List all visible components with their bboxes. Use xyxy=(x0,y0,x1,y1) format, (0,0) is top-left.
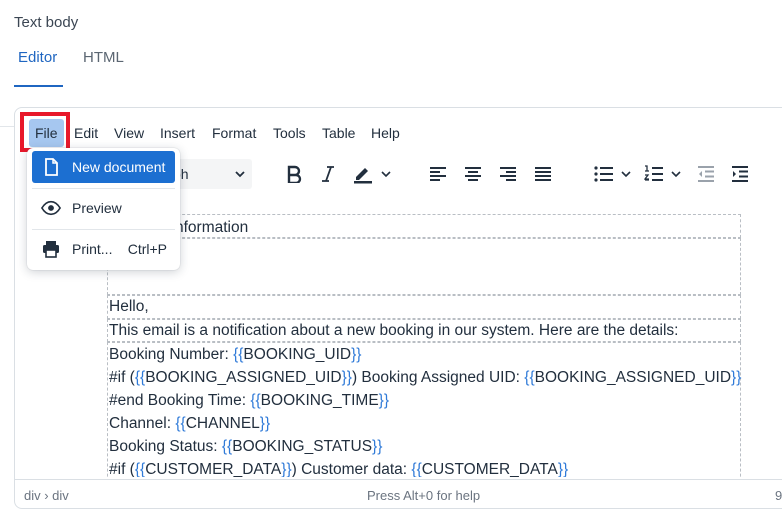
greeting-block xyxy=(107,295,741,319)
outdent-button[interactable] xyxy=(695,159,717,189)
indent-button[interactable] xyxy=(729,159,751,189)
preview-menu-item[interactable]: Preview xyxy=(32,192,175,224)
align-center-button[interactable] xyxy=(462,159,484,189)
bold-button[interactable] xyxy=(282,159,306,189)
italic-button[interactable] xyxy=(316,159,340,189)
justify-button[interactable] xyxy=(532,159,554,189)
print-icon xyxy=(43,241,59,258)
indent-icon xyxy=(732,166,748,182)
tab-html[interactable]: HTML xyxy=(83,40,124,87)
menu-file[interactable]: File xyxy=(29,119,64,147)
align-right-button[interactable] xyxy=(497,159,519,189)
menu-insert[interactable]: Insert xyxy=(154,119,201,147)
align-right-icon xyxy=(500,167,516,181)
numbered-list-button[interactable] xyxy=(641,159,685,189)
numbered-list-icon xyxy=(644,165,663,181)
bold-icon xyxy=(287,165,302,183)
detail-line: Booking Number: {{BOOKING_UID}} xyxy=(109,346,362,363)
menu-edit[interactable]: Edit xyxy=(68,119,104,147)
menu-separator xyxy=(32,188,175,189)
statusbar: div › div Press Alt+0 for help 9 xyxy=(15,479,782,508)
outdent-icon xyxy=(698,166,714,182)
menu-table[interactable]: Table xyxy=(316,119,361,147)
chevron-down-icon xyxy=(235,171,245,178)
intro-text: This email is a notification about a new… xyxy=(109,322,679,339)
align-center-icon xyxy=(465,167,481,181)
help-hint: Press Alt+0 for help xyxy=(367,488,481,503)
menu-item-shortcut: Ctrl+P xyxy=(127,241,167,257)
menu-help[interactable]: Help xyxy=(365,119,406,147)
menu-separator xyxy=(32,229,175,230)
bullet-list-button[interactable] xyxy=(591,159,635,189)
detail-line: Booking Status: {{BOOKING_STATUS}} xyxy=(109,438,383,455)
highlight-color-button[interactable] xyxy=(349,159,395,189)
chevron-down-icon xyxy=(381,171,391,178)
detail-line: #if ({{BOOKING_ASSIGNED_UID}}) Booking A… xyxy=(109,369,742,386)
menu-tools[interactable]: Tools xyxy=(267,119,312,147)
file-menu-dropdown: New document Preview Print... Ctrl+P xyxy=(27,148,180,270)
word-count[interactable]: 9 xyxy=(775,488,782,503)
print-menu-item[interactable]: Print... Ctrl+P xyxy=(32,233,175,265)
chevron-down-icon xyxy=(671,171,681,178)
active-tab-indicator xyxy=(14,85,63,87)
detail-line: #end Booking Time: {{BOOKING_TIME}} xyxy=(109,392,390,409)
element-path[interactable]: div › div xyxy=(24,488,69,503)
heading-text: nformation xyxy=(175,219,249,236)
menubar: File Edit View Insert Format Tools Table… xyxy=(15,108,782,153)
menu-format[interactable]: Format xyxy=(206,119,262,147)
editor-tabs: Editor HTML xyxy=(0,40,782,127)
menu-item-label: Preview xyxy=(72,200,122,216)
tab-editor[interactable]: Editor xyxy=(18,40,57,87)
new-document-icon xyxy=(45,158,58,176)
align-left-button[interactable] xyxy=(427,159,449,189)
bullet-list-icon xyxy=(594,166,613,182)
menu-item-label: New document xyxy=(72,159,166,175)
new-document-menu-item[interactable]: New document xyxy=(32,151,175,183)
italic-icon xyxy=(322,166,334,182)
highlight-icon xyxy=(354,168,372,184)
menu-item-label: Print... xyxy=(72,241,113,257)
justify-icon xyxy=(535,167,551,181)
chevron-down-icon xyxy=(621,171,631,178)
align-left-icon xyxy=(430,167,446,181)
detail-line: #if ({{CUSTOMER_DATA}}) Customer data: {… xyxy=(109,461,569,477)
detail-line: Channel: {{CHANNEL}} xyxy=(109,415,271,432)
field-label: Text body xyxy=(14,14,79,31)
spacer-block xyxy=(107,238,741,295)
greeting-text: Hello, xyxy=(109,298,149,315)
menu-view[interactable]: View xyxy=(108,119,150,147)
preview-eye-icon xyxy=(41,200,61,216)
